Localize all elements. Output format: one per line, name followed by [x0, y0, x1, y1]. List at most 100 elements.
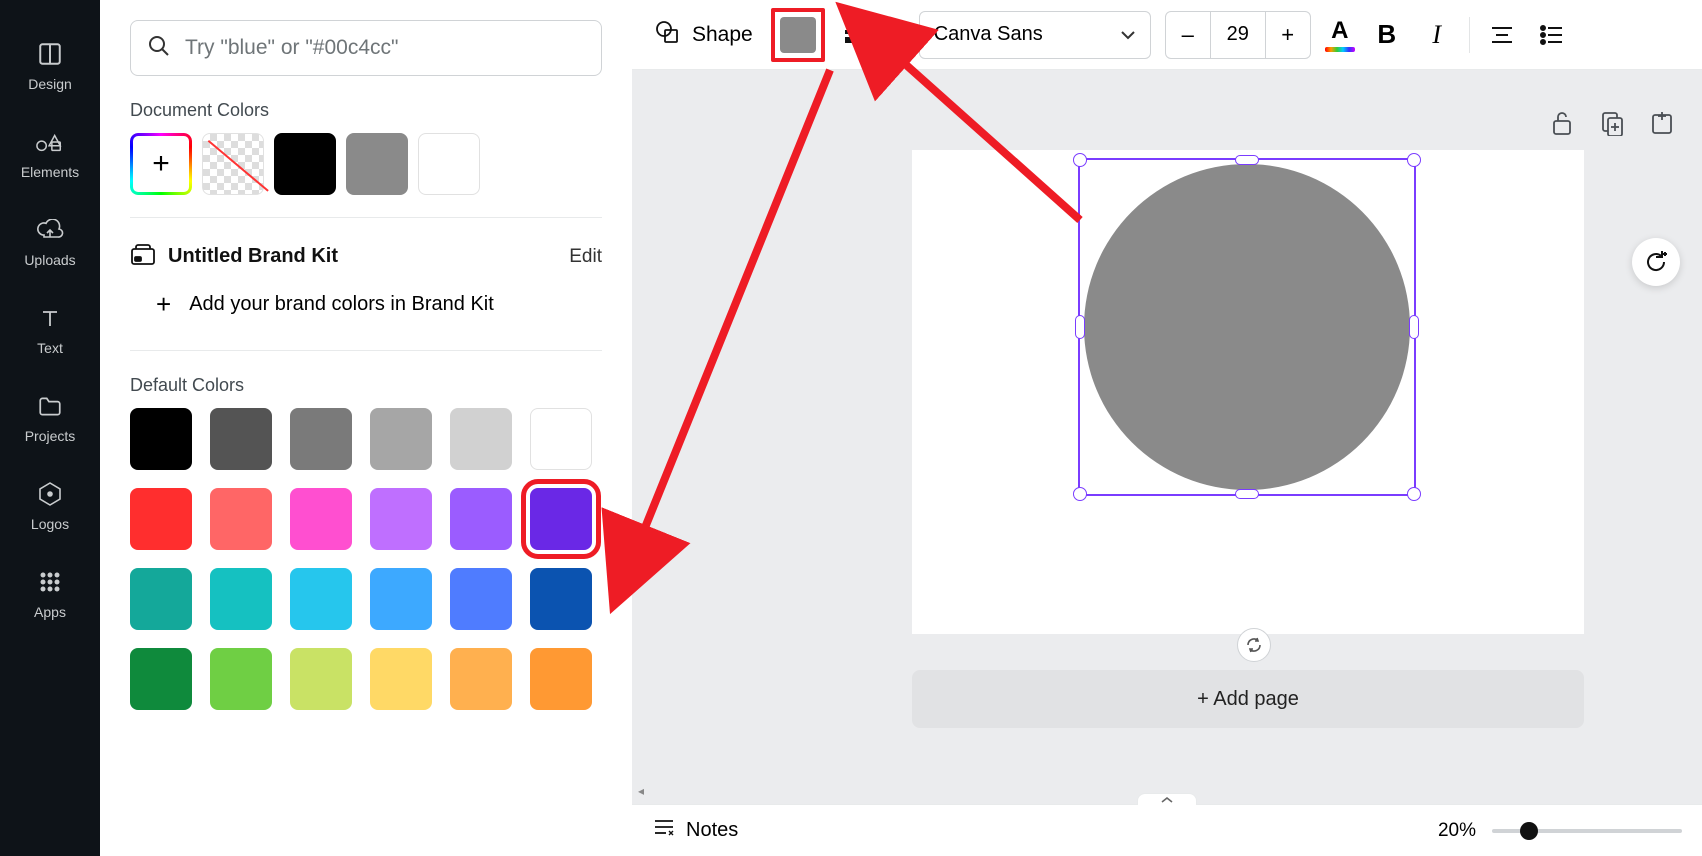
rail-label: Design	[28, 76, 72, 92]
color-swatch[interactable]	[210, 408, 272, 470]
color-panel: Document Colors + Untitled Brand Kit Edi…	[100, 0, 632, 856]
color-swatch[interactable]	[290, 408, 352, 470]
zoom-thumb[interactable]	[1520, 822, 1538, 840]
color-swatch[interactable]	[274, 133, 336, 195]
color-swatch[interactable]	[130, 488, 192, 550]
cloud-upload-icon	[36, 216, 64, 244]
color-swatch[interactable]	[418, 133, 480, 195]
color-swatch[interactable]	[130, 648, 192, 710]
bold-button[interactable]: B	[1369, 17, 1405, 53]
color-swatch[interactable]	[290, 568, 352, 630]
shapes-icon	[36, 128, 64, 156]
resize-handle[interactable]	[1235, 155, 1259, 165]
document-colors-title: Document Colors	[130, 100, 602, 121]
rail-item-logos[interactable]: Logos	[0, 462, 100, 550]
resize-handle[interactable]	[1409, 315, 1419, 339]
color-swatch[interactable]	[290, 488, 352, 550]
resize-handle[interactable]	[1407, 487, 1421, 501]
layout-icon	[36, 40, 64, 68]
color-swatch[interactable]	[450, 568, 512, 630]
bottom-bar: Notes 20%	[632, 804, 1702, 856]
border-style-button[interactable]	[839, 17, 873, 52]
font-size-stepper: – 29 +	[1165, 11, 1311, 59]
font-family-select[interactable]: Canva Sans	[919, 11, 1151, 59]
zoom-value[interactable]: 20%	[1438, 820, 1476, 842]
color-search-input[interactable]	[185, 36, 585, 60]
italic-button[interactable]: I	[1419, 17, 1455, 53]
shape-label: Shape	[692, 23, 753, 47]
page-tools	[1550, 110, 1678, 138]
rail-item-design[interactable]: Design	[0, 22, 100, 110]
font-size-value[interactable]: 29	[1210, 12, 1266, 58]
rail-item-projects[interactable]: Projects	[0, 374, 100, 462]
color-swatch[interactable]	[290, 648, 352, 710]
color-swatch[interactable]	[530, 488, 592, 550]
resize-handle[interactable]	[1073, 153, 1087, 167]
brand-kit-edit-link[interactable]: Edit	[569, 246, 602, 268]
selection-box	[1078, 158, 1416, 496]
add-color-swatch[interactable]: +	[130, 133, 192, 195]
list-button[interactable]	[1534, 17, 1570, 53]
rail-label: Text	[37, 340, 63, 356]
add-brand-label: Add your brand colors in Brand Kit	[189, 293, 494, 316]
resize-handle[interactable]	[1075, 315, 1085, 339]
color-swatch[interactable]	[210, 648, 272, 710]
rail-item-uploads[interactable]: Uploads	[0, 198, 100, 286]
color-swatch[interactable]	[530, 648, 592, 710]
color-swatch[interactable]	[450, 488, 512, 550]
canvas-area: + Add page ◂	[632, 70, 1702, 804]
color-search[interactable]	[130, 20, 602, 76]
color-swatch[interactable]	[130, 408, 192, 470]
zoom-controls: 20%	[1438, 820, 1682, 842]
shape-button[interactable]: Shape	[650, 15, 757, 55]
color-swatch[interactable]	[370, 408, 432, 470]
duplicate-page-button[interactable]	[1600, 110, 1628, 138]
alignment-button[interactable]	[1484, 17, 1520, 53]
resize-handle[interactable]	[1073, 487, 1087, 501]
font-size-increase[interactable]: +	[1266, 12, 1310, 58]
folder-icon	[36, 392, 64, 420]
color-swatch[interactable]	[530, 408, 592, 470]
resize-handle[interactable]	[1235, 489, 1259, 499]
canvas-page[interactable]	[912, 150, 1584, 634]
transparent-swatch[interactable]	[202, 133, 264, 195]
color-swatch[interactable]	[210, 488, 272, 550]
text-icon	[36, 304, 64, 332]
text-color-indicator	[1325, 47, 1355, 52]
scroll-left-arrow[interactable]: ◂	[638, 784, 644, 798]
color-swatch[interactable]	[210, 568, 272, 630]
rail-item-elements[interactable]: Elements	[0, 110, 100, 198]
font-size-decrease[interactable]: –	[1166, 12, 1210, 58]
add-page-button[interactable]	[1650, 110, 1678, 138]
rail-label: Uploads	[24, 252, 75, 268]
sync-button[interactable]	[1237, 628, 1271, 662]
text-color-button[interactable]: A	[1325, 17, 1355, 52]
color-swatch[interactable]	[370, 648, 432, 710]
resize-handle[interactable]	[1407, 153, 1421, 167]
regenerate-fab[interactable]	[1632, 238, 1680, 286]
hexagon-icon	[36, 480, 64, 508]
color-swatch[interactable]	[370, 568, 432, 630]
rail-item-text[interactable]: Text	[0, 286, 100, 374]
color-swatch[interactable]	[370, 488, 432, 550]
notes-button[interactable]: Notes	[652, 817, 738, 845]
default-colors-title: Default Colors	[130, 375, 602, 396]
expand-pages-handle[interactable]	[1137, 793, 1197, 805]
add-brand-colors-button[interactable]: + Add your brand colors in Brand Kit	[130, 289, 602, 320]
fill-color-button[interactable]	[780, 17, 816, 53]
color-swatch[interactable]	[130, 568, 192, 630]
lock-button[interactable]	[1550, 110, 1578, 138]
document-colors-row: +	[130, 133, 602, 195]
color-swatch[interactable]	[450, 408, 512, 470]
color-swatch[interactable]	[530, 568, 592, 630]
shape-icon	[654, 19, 680, 51]
zoom-slider[interactable]	[1492, 829, 1682, 833]
search-icon	[147, 34, 171, 63]
add-page-bar[interactable]: + Add page	[912, 670, 1584, 728]
rail-item-apps[interactable]: Apps	[0, 550, 100, 638]
color-swatch[interactable]	[450, 648, 512, 710]
grid-icon	[36, 568, 64, 596]
notes-label: Notes	[686, 819, 738, 842]
color-swatch[interactable]	[346, 133, 408, 195]
default-colors-grid	[130, 408, 602, 710]
